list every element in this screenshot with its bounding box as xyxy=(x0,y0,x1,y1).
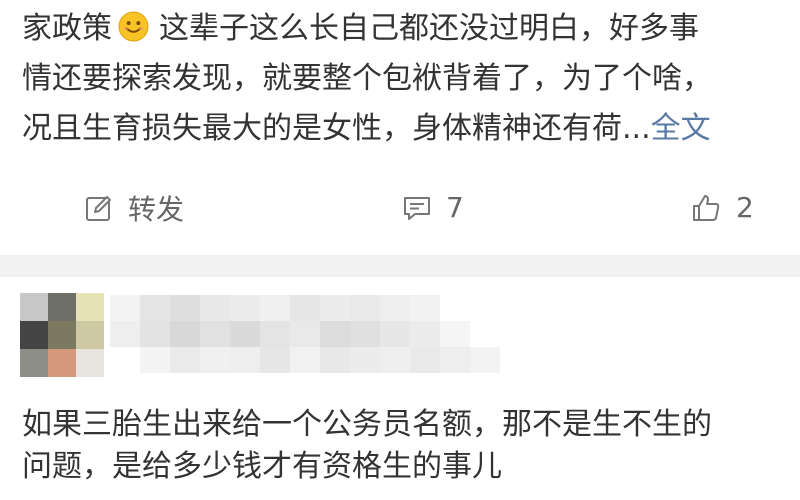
post-text-line-1: 家政策 这辈子这么长自己都还没过明白，好多事 xyxy=(22,11,699,46)
comment-card: 如果三胎生出来给一个公务员名额，那不是生不生的 问题，是给多少钱才有资格生的事儿 xyxy=(0,277,800,500)
weibo-post-card: 家政策 这辈子这么长自己都还没过明白，好多事 情还要探索发现，就要整个包袱背着了… xyxy=(0,0,800,255)
comment-body-text: 如果三胎生出来给一个公务员名额，那不是生不生的 问题，是给多少钱才有资格生的事儿 xyxy=(22,404,712,488)
smile-emoji-icon xyxy=(118,11,149,42)
author-name-blurred[interactable] xyxy=(110,295,530,373)
repost-edit-icon xyxy=(86,195,111,221)
repost-button[interactable]: 转发 xyxy=(84,180,184,235)
comment-button[interactable]: 7 xyxy=(402,180,464,235)
card-separator xyxy=(0,255,800,277)
thumbs-up-icon xyxy=(693,194,720,221)
comment-text-line-2: 问题，是给多少钱才有资格生的事儿 xyxy=(22,449,502,484)
comment-count: 7 xyxy=(446,191,464,224)
post-body-text: 家政策 这辈子这么长自己都还没过明白，好多事 情还要探索发现，就要整个包袱背着了… xyxy=(22,4,800,154)
avatar[interactable] xyxy=(20,293,104,377)
post-action-bar: 转发 7 2 xyxy=(0,180,800,235)
post-text-line-3: 况且生育损失最大的是女性，身体精神还有荷...全文 xyxy=(22,111,711,146)
read-full-text-link[interactable]: 全文 xyxy=(651,111,711,146)
repost-label: 转发 xyxy=(128,192,185,226)
comment-bubble-icon xyxy=(404,196,430,220)
like-button[interactable]: 2 xyxy=(690,180,754,235)
comment-text-line-1: 如果三胎生出来给一个公务员名额，那不是生不生的 xyxy=(22,407,712,442)
like-count: 2 xyxy=(736,191,754,224)
post-text-line-2: 情还要探索发现，就要整个包袱背着了，为了个啥， xyxy=(22,61,712,96)
